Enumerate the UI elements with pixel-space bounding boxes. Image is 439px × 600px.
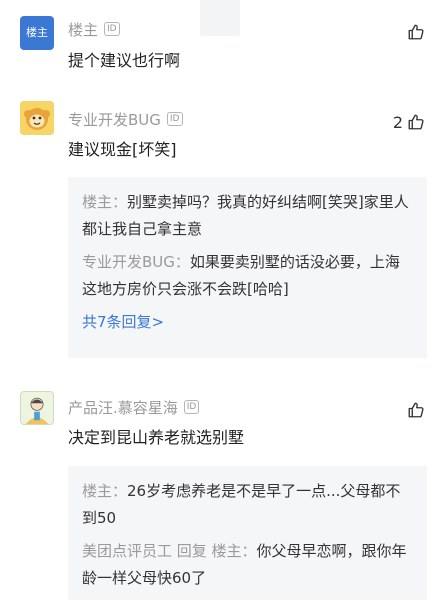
like-button[interactable] [403, 398, 425, 422]
person-avatar-icon [21, 392, 53, 424]
reply-item[interactable]: 专业开发BUG：如果要卖别墅的话没必要，上海这地方房价只会涨不会跌[哈哈] [82, 249, 413, 303]
avatar-label: 楼主 [26, 26, 48, 39]
avatar[interactable]: 楼主 [20, 16, 54, 50]
monkey-face-icon [20, 101, 54, 135]
thumbs-up-icon [408, 402, 424, 418]
reply-author[interactable]: 楼主： [82, 482, 127, 500]
view-all-replies-link[interactable]: 共7条回复> [82, 309, 413, 336]
reply-author[interactable]: 楼主： [82, 193, 127, 211]
id-icon: ID [183, 400, 200, 414]
comment-author-row: 专业开发BUG ID [68, 108, 183, 130]
comment-author-row: 产品汪.慕容星海 ID [68, 396, 200, 418]
comment-text: 决定到昆山养老就选别墅 [68, 428, 245, 447]
reply-item[interactable]: 楼主：26岁考虑养老是不是早了一点...父母都不到50 [82, 478, 413, 532]
avatar[interactable] [20, 391, 54, 425]
avatar[interactable] [20, 101, 54, 135]
reply-item[interactable]: 美团点评员工 回复 楼主：你父母早恋啊，跟你年龄一样父母快60了 [82, 538, 413, 592]
reply-author[interactable]: 专业开发BUG： [82, 253, 190, 271]
reply-thread: 楼主：26岁考虑养老是不是早了一点...父母都不到50 美团点评员工 回复 楼主… [68, 466, 427, 600]
id-icon: ID [166, 112, 183, 126]
comment-author[interactable]: 产品汪.慕容星海 [68, 397, 178, 418]
image-thumbnail-partial [200, 0, 240, 36]
id-icon: ID [104, 22, 120, 36]
reply-author[interactable]: 美团点评员工 回复 楼主： [82, 542, 257, 560]
reply-text: 别墅卖掉吗？我真的好纠结啊[笑哭]家里人都让我自己拿主意 [82, 193, 409, 238]
reply-text: 26岁考虑养老是不是早了一点...父母都不到50 [82, 482, 401, 527]
like-count: 2 [392, 112, 403, 132]
comment-author-row: 楼主 ID [68, 18, 120, 40]
like-button[interactable] [403, 20, 425, 44]
thumbs-up-icon [408, 114, 424, 130]
comment-text: 提个建议也行啊 [68, 51, 181, 70]
comment-text: 建议现金[坏笑] [68, 140, 177, 159]
reply-thread: 楼主：别墅卖掉吗？我真的好纠结啊[笑哭]家里人都让我自己拿主意 专业开发BUG：… [68, 177, 427, 358]
reply-item[interactable]: 楼主：别墅卖掉吗？我真的好纠结啊[笑哭]家里人都让我自己拿主意 [82, 189, 413, 243]
comment-list: 楼主 楼主 ID 提个建议也行啊 专业开发BUG ID 2 建议现金[坏笑] 楼… [0, 0, 439, 600]
comment-author[interactable]: 楼主 [68, 19, 98, 40]
comment-author[interactable]: 专业开发BUG [68, 109, 161, 130]
like-button[interactable]: 2 [393, 110, 425, 134]
thumbs-up-icon [408, 24, 424, 40]
